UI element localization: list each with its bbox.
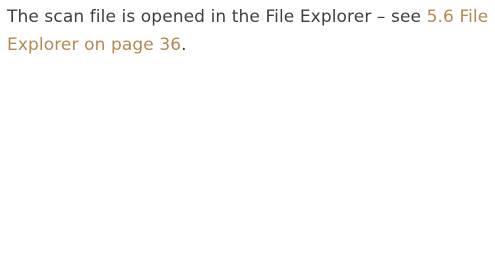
paragraph-start-text: The scan file is opened in the File Expl… xyxy=(7,7,427,27)
body-paragraph: The scan file is opened in the File Expl… xyxy=(7,3,492,59)
paragraph-end-text: . xyxy=(181,35,187,55)
